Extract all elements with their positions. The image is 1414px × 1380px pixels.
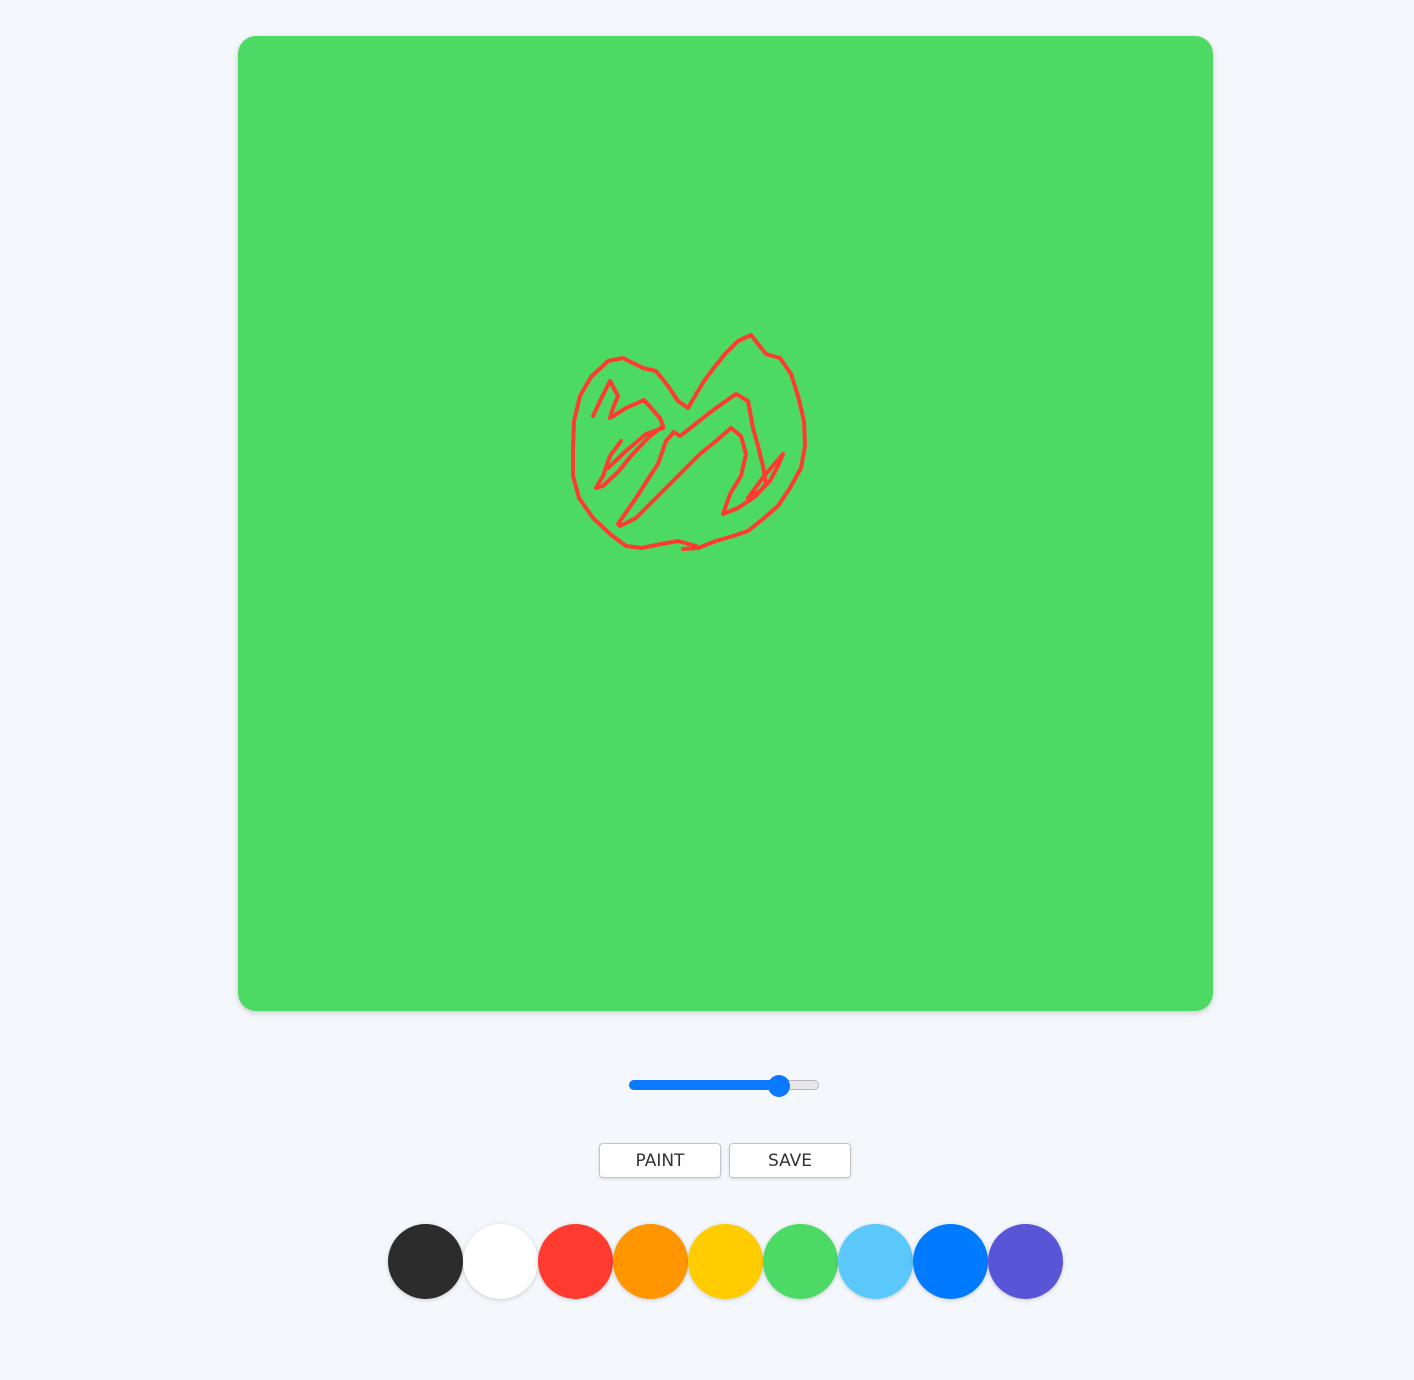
color-swatch[interactable] bbox=[688, 1224, 763, 1299]
color-palette bbox=[388, 1224, 1063, 1299]
color-swatch[interactable] bbox=[538, 1224, 613, 1299]
save-button[interactable]: SAVE bbox=[729, 1143, 851, 1178]
slider-fill bbox=[629, 1080, 779, 1090]
color-swatch[interactable] bbox=[988, 1224, 1063, 1299]
color-swatch[interactable] bbox=[388, 1224, 463, 1299]
paint-app: PAINT SAVE bbox=[0, 0, 1414, 1380]
paint-button[interactable]: PAINT bbox=[599, 1143, 721, 1178]
canvas-surface[interactable] bbox=[238, 36, 1213, 1011]
color-swatch[interactable] bbox=[838, 1224, 913, 1299]
action-buttons: PAINT SAVE bbox=[599, 1143, 851, 1178]
brush-size-slider[interactable] bbox=[629, 1075, 821, 1097]
slider-thumb[interactable] bbox=[768, 1075, 790, 1097]
color-swatch[interactable] bbox=[463, 1224, 538, 1299]
color-swatch[interactable] bbox=[763, 1224, 838, 1299]
canvas-background bbox=[238, 36, 1213, 1011]
color-swatch[interactable] bbox=[913, 1224, 988, 1299]
color-swatch[interactable] bbox=[613, 1224, 688, 1299]
drawing-canvas[interactable] bbox=[238, 36, 1213, 1011]
